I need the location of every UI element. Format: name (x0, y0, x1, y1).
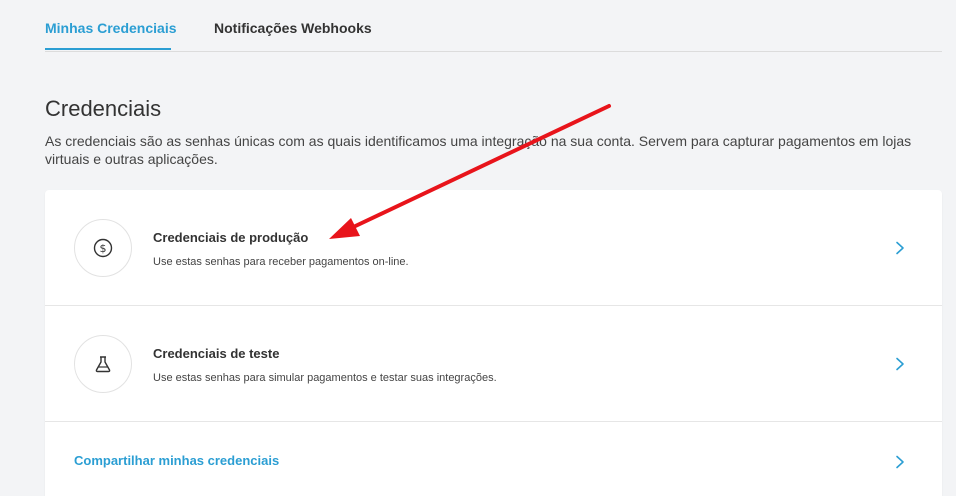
flask-icon (95, 356, 111, 373)
test-credentials-subtitle: Use estas senhas para simular pagamentos… (153, 372, 497, 384)
icon-badge (74, 335, 132, 393)
test-credentials-row[interactable]: Credenciais de teste Use estas senhas pa… (45, 306, 942, 422)
credentials-card: $ Credenciais de produção Use estas senh… (45, 190, 942, 496)
svg-text:$: $ (100, 242, 107, 255)
page-title: Credenciais (45, 96, 162, 121)
tab-notificacoes-webhooks[interactable]: Notificações Webhooks (214, 20, 372, 36)
production-credentials-subtitle: Use estas senhas para receber pagamentos… (153, 256, 409, 268)
test-credentials-title: Credenciais de teste (153, 346, 280, 361)
tab-bar: Minhas Credenciais Notificações Webhooks (45, 0, 942, 52)
production-credentials-row[interactable]: $ Credenciais de produção Use estas senh… (45, 190, 942, 306)
dollar-coin-icon: $ (93, 238, 113, 258)
share-credentials-row[interactable]: Compartilhar minhas credenciais (45, 422, 942, 496)
active-tab-indicator (45, 48, 171, 50)
chevron-right-icon[interactable] (893, 241, 907, 255)
chevron-right-icon[interactable] (893, 455, 907, 469)
credentials-page: Minhas Credenciais Notificações Webhooks… (0, 0, 956, 496)
production-credentials-title: Credenciais de produção (153, 230, 309, 245)
icon-badge: $ (74, 219, 132, 277)
tab-minhas-credenciais[interactable]: Minhas Credenciais (45, 20, 177, 36)
chevron-right-icon[interactable] (893, 357, 907, 371)
page-description: As credenciais são as senhas únicas com … (45, 133, 912, 167)
share-credentials-link[interactable]: Compartilhar minhas credenciais (74, 453, 279, 468)
